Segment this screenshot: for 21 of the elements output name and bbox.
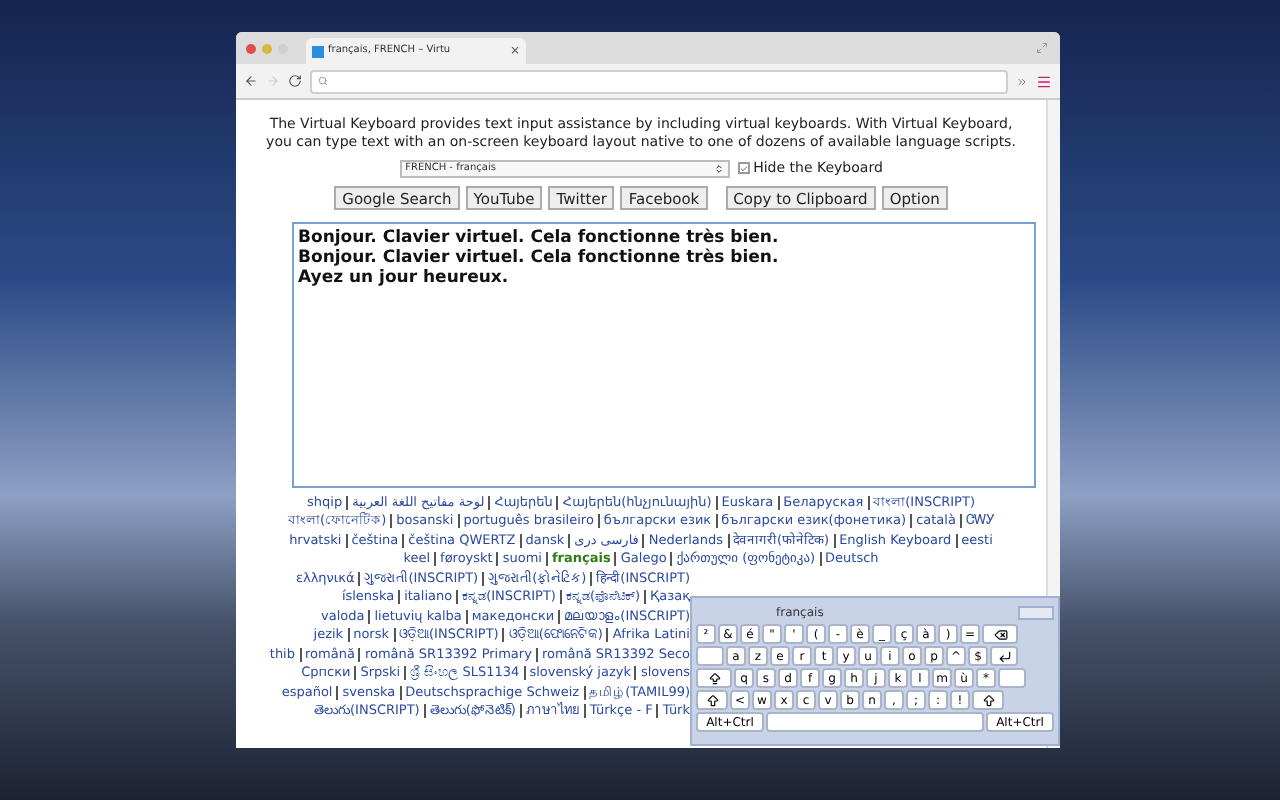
enter-key[interactable] bbox=[990, 646, 1018, 666]
search-icon bbox=[318, 76, 328, 86]
select-arrows-icon bbox=[713, 163, 724, 174]
menu-icon[interactable] bbox=[1036, 73, 1052, 89]
back-icon[interactable] bbox=[244, 74, 258, 88]
caps-lock-icon bbox=[707, 671, 721, 685]
favicon-icon bbox=[312, 45, 324, 57]
check-icon bbox=[739, 163, 748, 174]
shift-icon bbox=[705, 693, 719, 707]
shift-key[interactable] bbox=[696, 690, 728, 710]
shift-icon bbox=[981, 693, 995, 707]
reload-icon[interactable] bbox=[288, 74, 302, 88]
text-editor[interactable]: Bonjour. Clavier virtuel. Cela fonctionne très bien. Bonjour. Clavier virtuel. Cela fonctionne très bien. Ayez un jour heureux. bbox=[292, 221, 1036, 487]
shift-key[interactable] bbox=[972, 690, 1004, 710]
enter-icon bbox=[997, 649, 1011, 663]
backspace-icon bbox=[993, 627, 1007, 641]
close-window-icon[interactable] bbox=[246, 43, 256, 53]
caps-lock-key[interactable] bbox=[696, 668, 732, 688]
hide-keyboard-checkbox[interactable] bbox=[737, 162, 750, 175]
chevrons-icon[interactable] bbox=[1016, 75, 1028, 87]
backspace-key[interactable] bbox=[982, 624, 1018, 644]
